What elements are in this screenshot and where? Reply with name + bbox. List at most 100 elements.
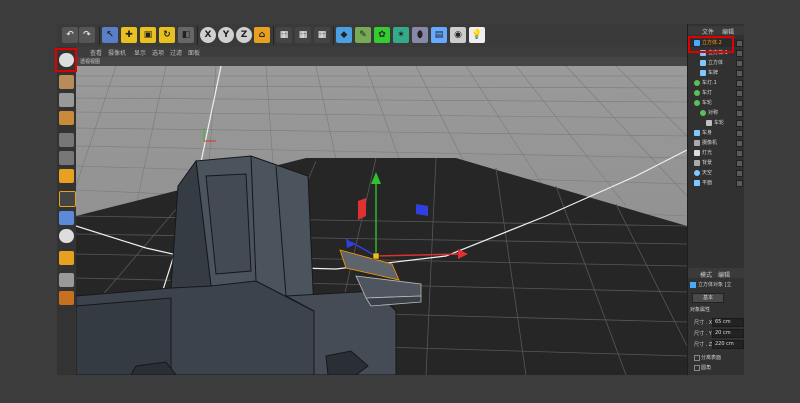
separate-surfaces-label: 分离表面 (701, 355, 722, 361)
visibility-toggle[interactable] (736, 60, 743, 67)
om-menu-edit[interactable]: 编辑 (722, 27, 734, 36)
cube-icon (694, 130, 700, 136)
separate-surfaces-checkbox[interactable] (694, 355, 700, 361)
render-view-icon[interactable]: ▦ (276, 27, 292, 43)
null-object-icon (694, 90, 700, 96)
recent-tool-icon[interactable]: ◧ (178, 27, 194, 43)
visibility-toggle[interactable] (736, 180, 743, 187)
array-generator-icon[interactable]: ✶ (393, 27, 409, 43)
visibility-toggle[interactable] (736, 90, 743, 97)
visibility-toggle[interactable] (736, 160, 743, 167)
object-row[interactable]: 摄像机 (690, 139, 743, 147)
sky-object-icon (694, 170, 700, 176)
snap-icon[interactable] (59, 229, 74, 243)
menu-filter[interactable]: 过滤 (170, 48, 182, 57)
size-y-value: 20 cm (715, 330, 731, 336)
camera-icon[interactable]: ◉ (450, 27, 466, 43)
size-z-field[interactable]: 220 cm (712, 340, 744, 349)
size-x-field[interactable]: 65 cm (712, 318, 744, 327)
attr-menu-mode[interactable]: 模式 (700, 270, 712, 279)
points-mode-icon[interactable] (59, 133, 74, 147)
floor-scene-icon[interactable]: ▤ (431, 27, 447, 43)
perspective-viewport[interactable] (76, 66, 687, 375)
polygons-mode-icon[interactable] (59, 169, 74, 183)
attr-menu-edit[interactable]: 编辑 (718, 270, 730, 279)
size-y-field[interactable]: 20 cm (712, 329, 744, 338)
visibility-toggle[interactable] (736, 100, 743, 107)
attributes-title-text: 立方体对象 [立 (698, 282, 732, 288)
object-name: 背景 (702, 160, 713, 166)
deformer-icon[interactable]: ⬮ (412, 27, 428, 43)
object-row[interactable]: 立方体 (690, 59, 743, 67)
object-row[interactable]: 对称 (690, 109, 743, 117)
visibility-toggle[interactable] (736, 70, 743, 77)
object-row[interactable]: 背景 (690, 159, 743, 167)
visibility-toggle[interactable] (736, 120, 743, 127)
move-tool-icon[interactable]: ✚ (121, 27, 137, 43)
rotate-tool-icon[interactable]: ↻ (159, 27, 175, 43)
visibility-toggle[interactable] (736, 170, 743, 177)
object-row[interactable]: 车灯 (690, 89, 743, 97)
left-tool-palette (57, 47, 76, 375)
right-panel: 文件 编辑 立方体.2 立方体.1 立方体 车牌 车灯.1 车灯 车轮 对称 车… (687, 24, 744, 375)
null-object-icon (694, 80, 700, 86)
model-mode-icon[interactable] (59, 93, 74, 107)
workplane-icon[interactable] (59, 111, 74, 125)
object-name: 车轮 (714, 120, 725, 126)
visibility-toggle[interactable] (736, 130, 743, 137)
visibility-toggle[interactable] (736, 110, 743, 117)
object-row[interactable]: 灯光 (690, 149, 743, 157)
object-row[interactable]: 天空 (690, 169, 743, 177)
redo-icon[interactable]: ↷ (79, 27, 95, 43)
x-axis-lock-icon[interactable]: X (200, 27, 216, 43)
basic-tab-button[interactable]: 基本 (692, 293, 724, 303)
grid-snap-icon[interactable] (59, 273, 74, 287)
render-settings-icon[interactable]: ▦ (314, 27, 330, 43)
menu-options[interactable]: 选项 (152, 48, 164, 57)
lock-workplane-icon[interactable] (59, 291, 74, 305)
highlight-box-selected-object (688, 36, 734, 53)
object-name: 车灯.1 (702, 80, 717, 86)
cube-object-icon[interactable]: ◆ (336, 27, 352, 43)
pen-spline-icon[interactable]: ✎ (355, 27, 371, 43)
menu-panel[interactable]: 面板 (188, 48, 200, 57)
object-row[interactable]: 车轮 (690, 119, 743, 127)
object-row[interactable]: 车身 (690, 129, 743, 137)
select-tool-icon[interactable]: ↖ (102, 27, 118, 43)
menu-display[interactable]: 显示 (134, 48, 146, 57)
magnet-icon[interactable] (59, 251, 74, 265)
light-icon[interactable]: 💡 (469, 27, 485, 43)
fillet-checkbox[interactable] (694, 365, 700, 371)
visibility-toggle[interactable] (736, 140, 743, 147)
object-row[interactable]: 车牌 (690, 69, 743, 77)
visibility-toggle[interactable] (736, 50, 743, 57)
background-object-icon (694, 160, 700, 166)
scale-tool-icon[interactable]: ▣ (140, 27, 156, 43)
object-row[interactable]: 车轮 (690, 99, 743, 107)
coordinate-system-icon[interactable]: ⌂ (254, 27, 270, 43)
menu-cameras[interactable]: 摄像机 (108, 48, 126, 57)
visibility-toggle[interactable] (736, 150, 743, 157)
cinema4d-window: ↶ ↷ ↖ ✚ ▣ ↻ ◧ X Y Z ⌂ ▦ ▦ ▦ ◆ ✎ ✿ ✶ ⬮ ▤ … (57, 24, 744, 375)
tweak-mode-icon[interactable] (59, 211, 74, 225)
visibility-toggle[interactable] (736, 40, 743, 47)
size-x-label: 尺寸 . X (694, 320, 713, 326)
om-menu-file[interactable]: 文件 (702, 27, 714, 36)
object-name: 立方体 (708, 60, 724, 66)
z-axis-lock-icon[interactable]: Z (236, 27, 252, 43)
visibility-toggle[interactable] (736, 80, 743, 87)
main-toolbar: ↶ ↷ ↖ ✚ ▣ ↻ ◧ X Y Z ⌂ ▦ ▦ ▦ ◆ ✎ ✿ ✶ ⬮ ▤ … (57, 24, 687, 47)
y-axis-lock-icon[interactable]: Y (218, 27, 234, 43)
fillet-label: 圆角 (701, 365, 712, 371)
axis-mode-icon[interactable] (59, 191, 76, 207)
menu-view[interactable]: 查看 (90, 48, 102, 57)
size-x-value: 65 cm (715, 319, 731, 325)
object-row[interactable]: 平面 (690, 179, 743, 187)
texture-mode-icon[interactable] (59, 75, 74, 89)
object-row[interactable]: 车灯.1 (690, 79, 743, 87)
render-to-picture-viewer-icon[interactable]: ▦ (295, 27, 311, 43)
edges-mode-icon[interactable] (59, 151, 74, 165)
subdivision-icon[interactable]: ✿ (374, 27, 390, 43)
viewport-title: 透视视图 (80, 59, 101, 65)
undo-icon[interactable]: ↶ (62, 27, 78, 43)
